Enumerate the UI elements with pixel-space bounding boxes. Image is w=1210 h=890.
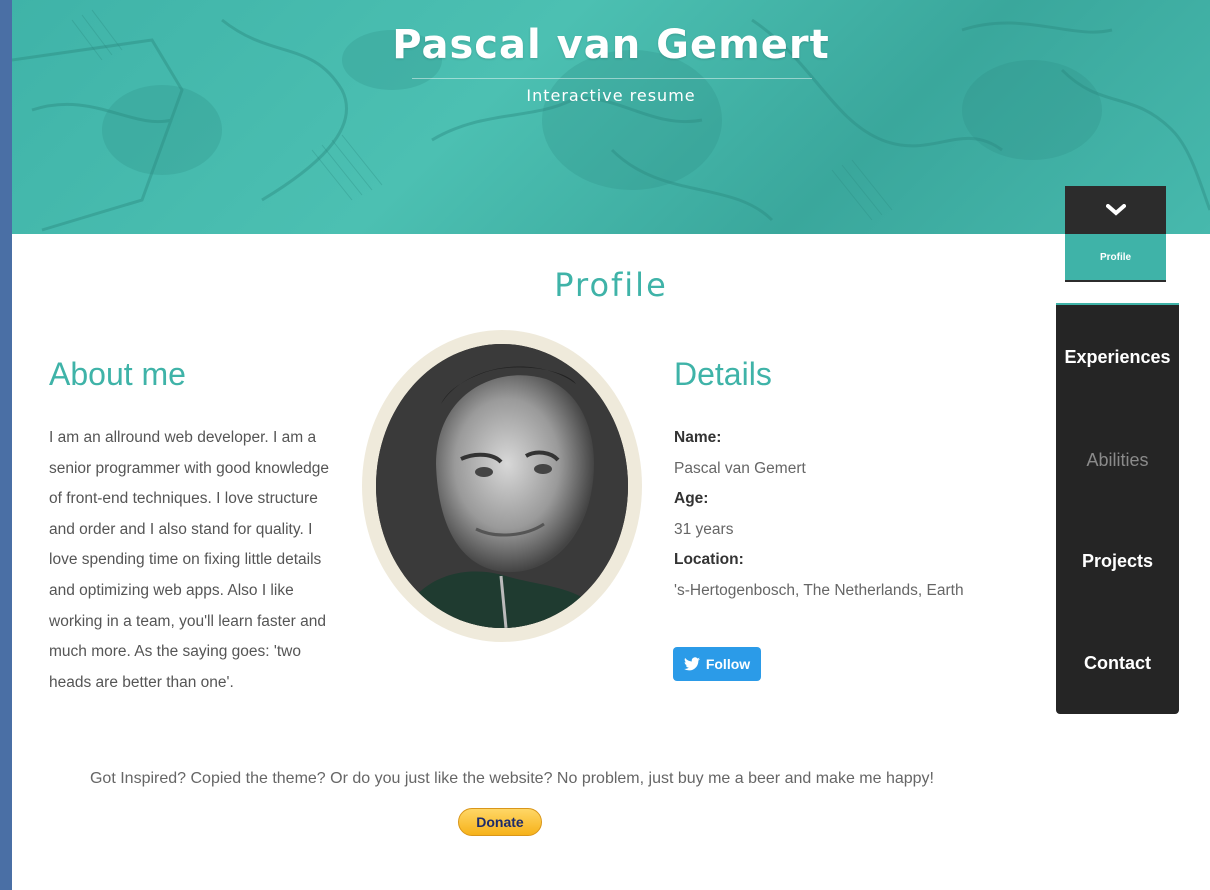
page-subtitle: Interactive resume [526,86,696,105]
nav-item-contact[interactable]: Contact [1056,653,1179,674]
nav-item-abilities[interactable]: Abilities [1056,450,1179,471]
resume-page: Pascal van Gemert Interactive resume Pro… [12,0,1210,890]
page-title: Pascal van Gemert [392,22,830,68]
side-nav-menu: Experiences Abilities Projects Contact [1056,303,1179,714]
donate-button[interactable]: Donate [458,808,542,836]
about-heading: About me [49,356,186,392]
name-label: Name: [674,429,722,446]
location-value: 's-Hertogenbosch, The Netherlands, Earth [674,581,964,599]
profile-photo-frame [362,330,642,642]
donate-message: Got Inspired? Copied the theme? Or do yo… [89,770,934,787]
profile-photo-image [376,344,628,628]
location-label: Location: [674,551,744,569]
window-left-edge [0,0,12,890]
age-value: 31 years [674,520,734,538]
nav-item-projects[interactable]: Projects [1056,551,1179,572]
details-heading: Details [674,356,772,392]
section-title: Profile [554,266,668,304]
twitter-bird-icon [683,657,700,671]
name-value: Pascal van Gemert [674,459,806,477]
nav-current-section[interactable]: Profile [1065,234,1166,282]
title-divider [412,78,812,79]
details-list: Name: Pascal van Gemert Age: 31 years Lo… [674,423,974,607]
nav-toggle[interactable]: Profile [1065,186,1166,282]
twitter-follow-button[interactable]: Follow [673,647,761,681]
follow-label: Follow [705,656,751,672]
nav-item-experiences[interactable]: Experiences [1056,347,1179,368]
about-text: I am an allround web developer. I am a s… [49,429,330,691]
chevron-down-icon[interactable] [1065,186,1166,234]
header-banner: Pascal van Gemert Interactive resume [12,0,1210,234]
profile-photo [376,344,628,628]
age-label: Age: [674,490,709,508]
